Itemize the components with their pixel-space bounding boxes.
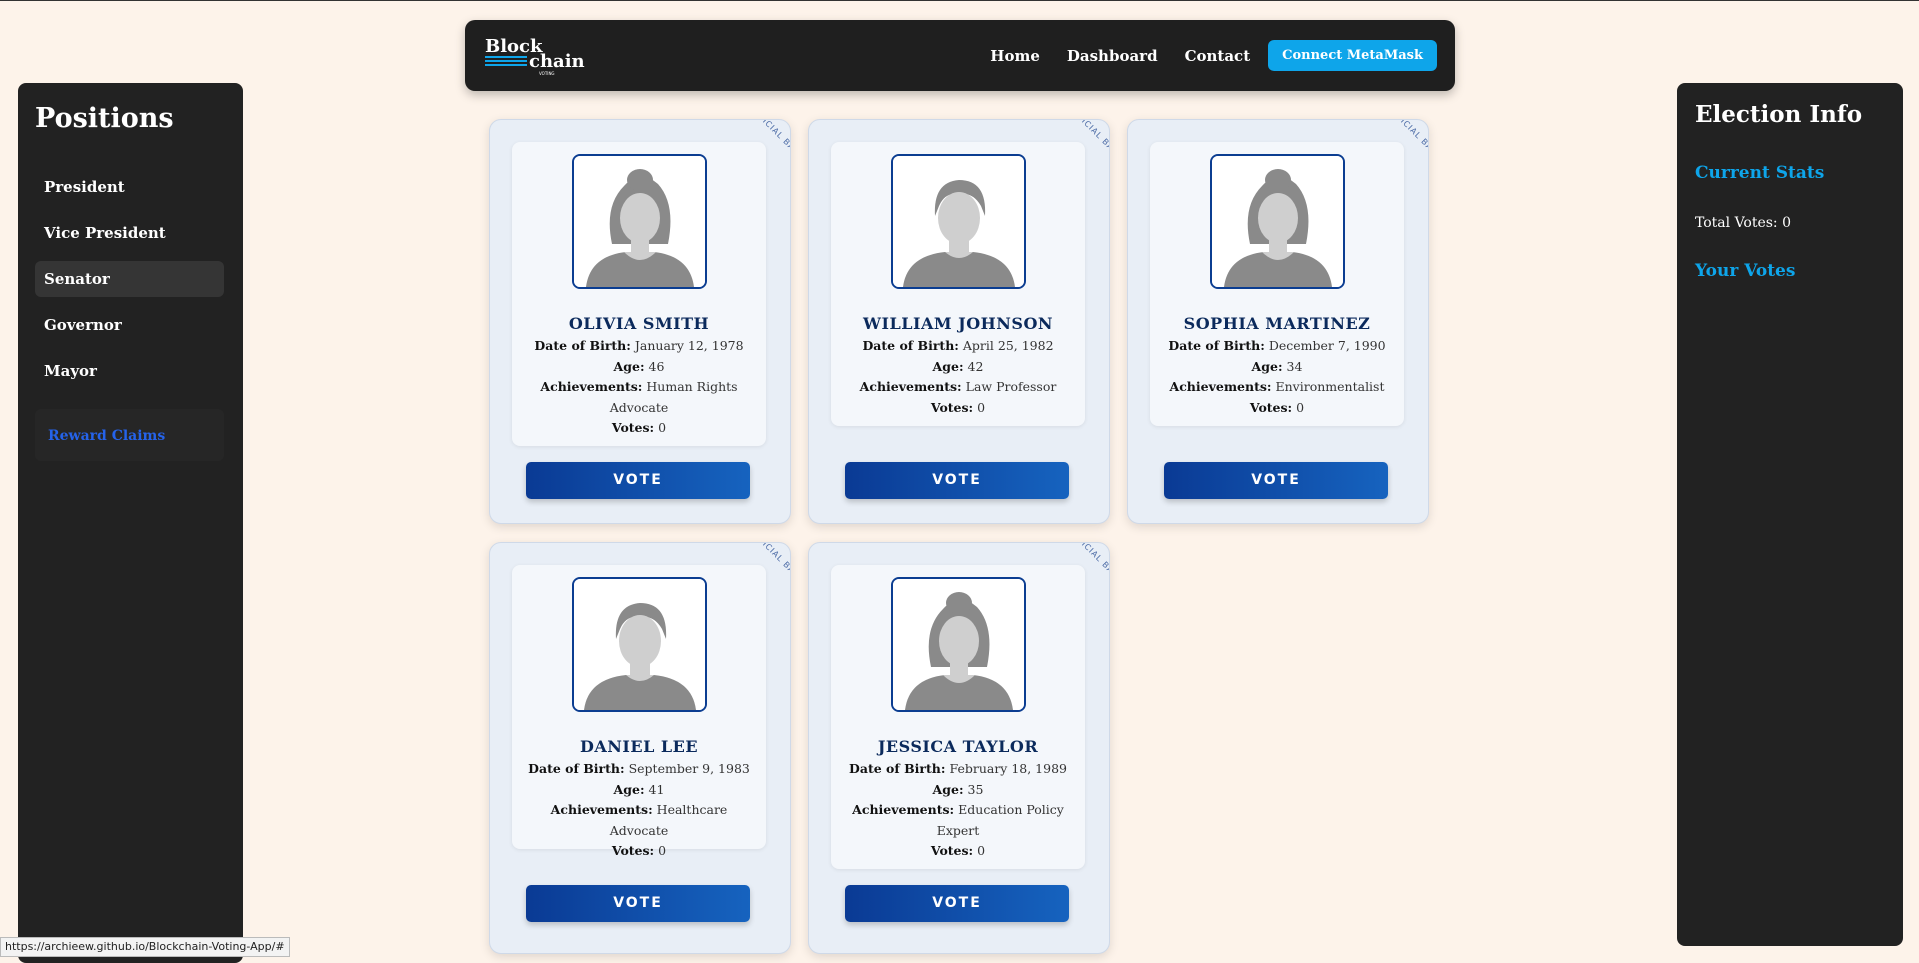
candidate-name: WILLIAM JOHNSON — [863, 314, 1053, 333]
nav-home-link[interactable]: Home — [990, 47, 1040, 65]
positions-sidebar: Positions President Vice President Senat… — [18, 83, 243, 963]
status-bar-url: https://archieew.github.io/Blockchain-Vo… — [0, 937, 290, 957]
candidate-avatar — [891, 154, 1026, 289]
current-stats-heading: Current Stats — [1695, 163, 1825, 183]
candidate-details: Date of Birth: September 9, 1983 Age: 41… — [528, 761, 750, 858]
nav-dashboard-link[interactable]: Dashboard — [1067, 47, 1158, 65]
male-avatar-icon — [893, 156, 1024, 287]
blockchain-voting-logo[interactable]: Block chain VOTING — [483, 34, 593, 78]
candidate-dob: April 25, 1982 — [962, 338, 1054, 353]
candidate-info-panel: OLIVIA SMITH Date of Birth: January 12, … — [512, 142, 766, 446]
candidate-info-panel: DANIEL LEE Date of Birth: September 9, 1… — [512, 565, 766, 858]
candidate-info-panel: JESSICA TAYLOR Date of Birth: February 1… — [831, 565, 1085, 869]
vote-button[interactable]: VOTE — [845, 462, 1069, 499]
female-avatar-icon — [1212, 156, 1343, 287]
candidate-details: Date of Birth: January 12, 1978 Age: 46 … — [534, 338, 744, 435]
reward-claims-link[interactable]: Reward Claims — [48, 428, 165, 444]
male-avatar-icon — [574, 579, 705, 710]
candidate-name: DANIEL LEE — [579, 737, 699, 756]
candidate-votes: 0 — [977, 399, 986, 415]
candidate-votes: 0 — [977, 843, 986, 858]
navbar: Block chain VOTING Home Dashboard Contac… — [465, 20, 1455, 91]
total-votes-text: Total Votes: 0 — [1695, 215, 1792, 231]
vote-button[interactable]: VOTE — [1164, 462, 1388, 499]
vote-button[interactable]: VOTE — [526, 885, 750, 922]
candidate-avatar — [891, 577, 1026, 712]
candidate-age: 34 — [1286, 358, 1303, 374]
vote-button[interactable]: VOTE — [845, 885, 1069, 922]
election-info-sidebar: Election Info Current Stats Total Votes:… — [1677, 83, 1903, 946]
candidate-votes: 0 — [658, 843, 667, 858]
vote-button[interactable]: VOTE — [526, 462, 750, 499]
candidate-avatar — [572, 154, 707, 289]
positions-title: Positions — [35, 103, 174, 134]
candidate-avatar — [572, 577, 707, 712]
candidate-details: Date of Birth: December 7, 1990 Age: 34 … — [1168, 338, 1386, 415]
candidate-age: 46 — [648, 358, 665, 374]
female-avatar-icon — [893, 579, 1024, 710]
position-item-president[interactable]: President — [35, 169, 224, 205]
position-item-senator[interactable]: Senator — [35, 261, 224, 297]
candidate-card: ICIAL BA DANIEL LEE Date of Birth: Septe… — [489, 542, 791, 954]
candidate-votes: 0 — [658, 420, 667, 435]
reward-claims-box: Reward Claims — [35, 409, 224, 461]
candidate-achievements: Human Rights — [646, 379, 738, 394]
candidate-dob: September 9, 1983 — [628, 761, 750, 776]
svg-text:VOTING: VOTING — [539, 71, 555, 76]
position-item-vice-president[interactable]: Vice President — [35, 215, 224, 251]
your-votes-heading: Your Votes — [1695, 261, 1796, 281]
candidate-details: Date of Birth: April 25, 1982 Age: 42 Ac… — [859, 338, 1057, 415]
candidate-dob: December 7, 1990 — [1268, 338, 1386, 353]
svg-text:chain: chain — [529, 51, 585, 72]
candidate-votes: 0 — [1296, 399, 1305, 415]
nav-contact-link[interactable]: Contact — [1185, 47, 1251, 65]
candidate-name: JESSICA TAYLOR — [877, 737, 1039, 756]
candidate-avatar — [1210, 154, 1345, 289]
position-item-governor[interactable]: Governor — [35, 307, 224, 343]
candidate-achievements: Law Professor — [965, 379, 1057, 394]
female-avatar-icon — [574, 156, 705, 287]
connect-metamask-button[interactable]: Connect MetaMask — [1268, 40, 1437, 71]
candidate-details: Date of Birth: February 18, 1989 Age: 35… — [849, 761, 1067, 858]
position-item-mayor[interactable]: Mayor — [35, 353, 224, 389]
candidate-age: 42 — [967, 358, 984, 374]
candidate-name: OLIVIA SMITH — [568, 314, 710, 333]
candidate-dob: January 12, 1978 — [634, 338, 744, 353]
candidate-info-panel: WILLIAM JOHNSON Date of Birth: April 25,… — [831, 142, 1085, 426]
candidate-info-panel: SOPHIA MARTINEZ Date of Birth: December … — [1150, 142, 1404, 426]
candidate-card: ICIAL BA WILLIAM JOHNSON Date of Birth: … — [808, 119, 1110, 524]
candidate-age: 35 — [967, 781, 984, 797]
candidate-name: SOPHIA MARTINEZ — [1183, 314, 1371, 333]
candidate-achievements: Education Policy — [958, 802, 1064, 817]
candidate-card: ICIAL BA OLIVIA SMITH Date of Birth: Jan… — [489, 119, 791, 524]
candidate-dob: February 18, 1989 — [949, 761, 1067, 776]
candidate-card: ICIAL BA SOPHIA MARTINEZ Date of Birth: … — [1127, 119, 1429, 524]
candidate-achievements: Environmentalist — [1275, 379, 1385, 394]
candidate-age: 41 — [648, 781, 665, 797]
candidate-card: ICIAL BA JESSICA TAYLOR Date of Birth: F… — [808, 542, 1110, 954]
election-info-title: Election Info — [1695, 101, 1863, 128]
